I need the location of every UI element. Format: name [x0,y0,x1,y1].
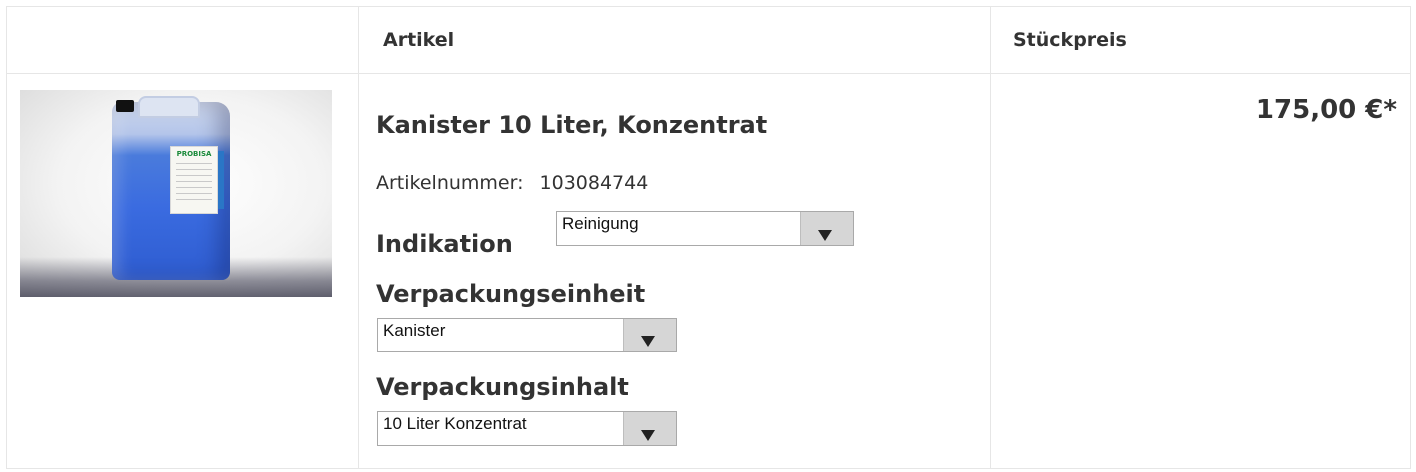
canister-handle [138,96,200,118]
chevron-down-icon [641,430,655,441]
verpackungsinhalt-label: Verpackungsinhalt [376,373,629,401]
article-number-label: Artikelnummer: [376,172,524,194]
verpackungsinhalt-select[interactable]: 10 Liter Konzentrat [377,411,677,446]
chevron-down-icon [641,336,655,347]
column-header-stueckpreis: Stückpreis [1013,29,1127,51]
verpackungseinheit-label: Verpackungseinheit [376,280,646,308]
column-header-artikel: Artikel [383,29,455,51]
column-divider [358,7,359,468]
verpackungseinheit-dropdown-button[interactable] [623,319,676,351]
article-number-value: 103084744 [539,172,649,194]
indikation-dropdown-button[interactable] [800,212,853,245]
unit-price: 175,00 €* [1255,95,1397,125]
label-text-lines [176,163,212,205]
canister-cap [116,100,134,112]
label-strip [218,151,224,209]
verpackungsinhalt-dropdown-button[interactable] [623,412,676,445]
verpackungsinhalt-selected-value: 10 Liter Konzentrat [383,414,527,433]
indikation-select[interactable]: Reinigung [556,211,854,246]
verpackungseinheit-select[interactable]: Kanister [377,318,677,352]
article-number: Artikelnummer: 103084744 [376,172,648,194]
header-divider [7,73,1410,74]
canister-label: PROBISA [170,146,224,214]
product-title[interactable]: Kanister 10 Liter, Konzentrat [376,111,767,139]
chevron-down-icon [818,230,832,241]
brand-logo-text: PROBISA [176,150,212,158]
indikation-label: Indikation [376,230,513,258]
column-divider [990,7,991,468]
verpackungseinheit-selected-value: Kanister [383,321,446,340]
product-image[interactable]: PROBISA [20,90,332,297]
indikation-selected-value: Reinigung [562,214,639,233]
